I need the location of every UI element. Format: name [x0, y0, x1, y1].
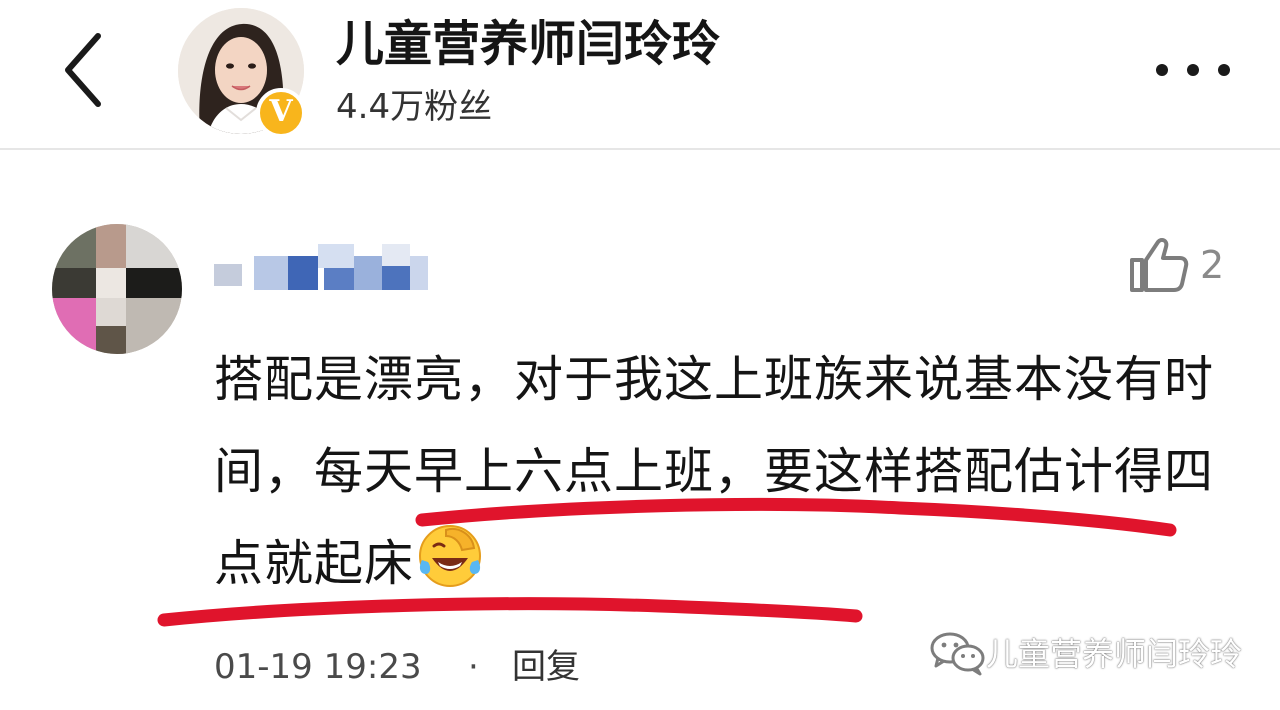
thumbs-up-icon [1130, 237, 1189, 292]
fans-count[interactable]: 4.4万粉丝 [336, 84, 492, 130]
separator-dot: · [468, 647, 479, 687]
watermark-text: 儿童营养师闫玲玲 [986, 635, 1243, 673]
comment-text-underlined: 每天早上六点上班，要这样搭配估计得四点就起床 [214, 443, 1215, 592]
reply-button[interactable]: 回复 [512, 642, 580, 692]
more-button[interactable] [1148, 52, 1238, 88]
like-button[interactable] [1126, 232, 1190, 296]
commenter-avatar[interactable] [52, 224, 182, 354]
chevron-left-icon [65, 33, 101, 107]
username-mosaic [214, 244, 428, 290]
verified-badge-icon: V [256, 88, 306, 138]
profile-header: V 儿童营养师闫玲玲 4.4万粉丝 [0, 0, 1280, 150]
comment-timestamp: 01-19 19:23 [214, 647, 422, 687]
wechat-icon [930, 632, 985, 676]
pixelated-avatar [52, 224, 182, 354]
back-button[interactable] [52, 30, 122, 110]
laugh-crying-emoji [419, 525, 482, 587]
like-count: 2 [1200, 243, 1225, 287]
profile-name[interactable]: 儿童营养师闫玲玲 [336, 14, 720, 74]
more-dots-icon [1156, 64, 1230, 76]
comment-text: 搭配是漂亮，对于我这上班族来说基本没有时间，每天早上六点上班，要这样搭配估计得四… [214, 334, 1244, 610]
